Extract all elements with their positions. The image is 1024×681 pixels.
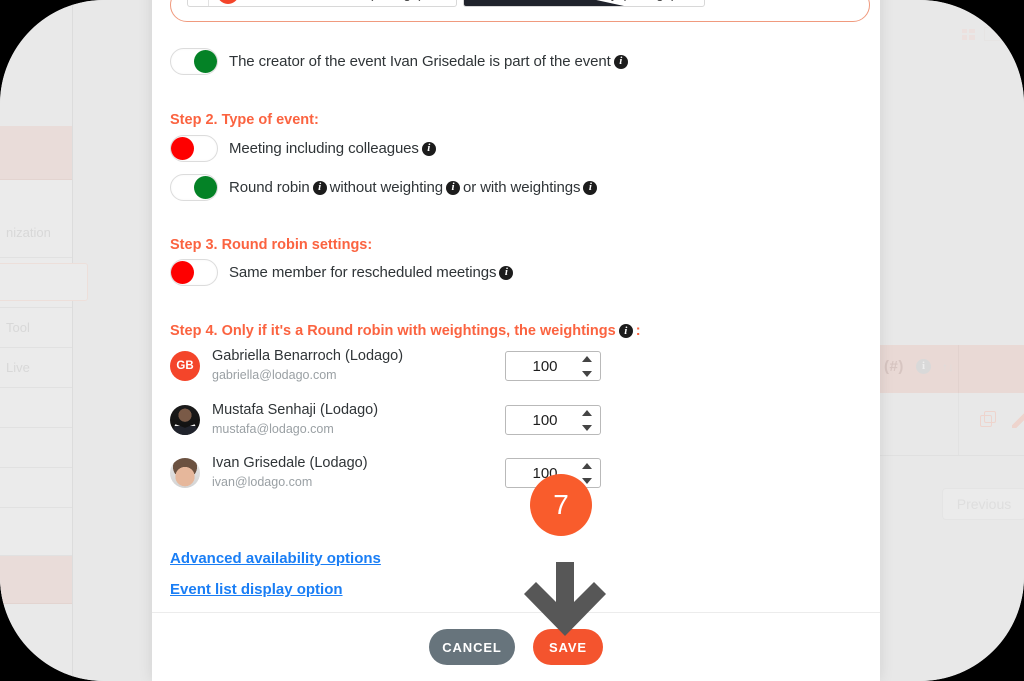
background-search-box: [0, 263, 88, 301]
background-sidebar-item-label: Tool: [6, 320, 30, 335]
member-email: mustafa@lodago.com: [212, 422, 334, 436]
step4-title-text: Step 4. Only if it's a Round robin with …: [170, 323, 616, 339]
step4-title: Step 4. Only if it's a Round robin with …: [170, 323, 641, 339]
grid-view-icon: [962, 28, 975, 40]
background-sidebar-item-7: [0, 428, 72, 468]
background-sidebar-item-label: nization: [6, 225, 51, 240]
step4-title-suffix: :: [635, 323, 641, 339]
avatar: GB: [217, 0, 239, 4]
toggle-knob: [194, 50, 217, 73]
background-table-cell-divider: [958, 393, 959, 455]
avatar: [170, 405, 200, 435]
toggle-knob: [171, 137, 194, 160]
creator-toggle-label: The creator of the event Ivan Grisedale …: [229, 53, 631, 70]
attendee-chip[interactable]: × Mustafa Senhaji (Lodago): [463, 0, 705, 7]
background-sidebar-item-2: nization: [0, 208, 72, 258]
background-sidebar-item-0: [0, 126, 72, 180]
same-member-for-rescheduled-toggle[interactable]: [170, 259, 218, 286]
step3-title: Step 3. Round robin settings:: [170, 237, 373, 253]
background-sidebar-item-8: [0, 468, 72, 508]
toggle-knob: [194, 176, 217, 199]
stepper-down-icon[interactable]: [582, 425, 592, 431]
stepper-up-icon[interactable]: [582, 410, 592, 416]
background-table: (#) i ↑↓: [880, 345, 1024, 456]
avatar: [170, 458, 200, 488]
creator-toggle-row[interactable]: The creator of the event Ivan Grisedale …: [170, 48, 631, 75]
step2-title: Step 2. Type of event:: [170, 112, 319, 128]
screenshot-root: nization Tool Live (#) i ↑↓ Previous The…: [0, 0, 1024, 681]
info-icon[interactable]: i: [499, 265, 514, 280]
stepper-up-icon[interactable]: [582, 356, 592, 362]
member-email: ivan@lodago.com: [212, 475, 313, 489]
weight-stepper[interactable]: 100: [505, 405, 601, 435]
background-table-row: [880, 393, 1024, 456]
weight-stepper[interactable]: 100: [505, 351, 601, 381]
background-table-header-divider: [958, 345, 959, 393]
remove-attendee-icon[interactable]: ×: [188, 0, 209, 6]
member-info: Mustafa Senhaji (Lodago) mustafa@lodago.…: [212, 402, 378, 438]
stepper-up-icon[interactable]: [582, 463, 592, 469]
modal-body: × GB Gabriella Benarroch (Lodago) × Must…: [152, 0, 880, 613]
same-member-label: Same member for rescheduled meetings i: [229, 264, 516, 281]
background-table-header-symbol: (#): [884, 358, 904, 375]
attendee-chip[interactable]: × GB Gabriella Benarroch (Lodago): [187, 0, 457, 7]
edit-pencil-icon: [1012, 410, 1024, 428]
event-settings-modal: × GB Gabriella Benarroch (Lodago) × Must…: [152, 0, 880, 681]
avatar: [493, 0, 515, 4]
duplicate-icon: [980, 411, 996, 427]
info-icon[interactable]: i: [583, 180, 598, 195]
info-icon[interactable]: i: [618, 324, 633, 338]
stepper-down-icon[interactable]: [582, 371, 592, 377]
background-sidebar-item-10: [0, 556, 72, 604]
meeting-including-colleagues-toggle[interactable]: [170, 135, 218, 162]
member-name: Gabriella Benarroch (Lodago): [212, 348, 404, 364]
step-number-badge: 7: [530, 474, 592, 536]
cancel-button[interactable]: CANCEL: [429, 629, 515, 665]
list-view-icon: [984, 27, 1000, 41]
background-sidebar-item-label: Live: [6, 360, 30, 375]
background-sidebar-item-9: [0, 508, 72, 556]
toggle-knob: [171, 261, 194, 284]
info-icon[interactable]: i: [312, 180, 327, 195]
member-name: Ivan Grisedale (Lodago): [212, 455, 368, 471]
stepper-arrows[interactable]: [582, 410, 592, 431]
background-sidebar-item-5: Live: [0, 348, 72, 388]
same-member-row[interactable]: Same member for rescheduled meetings i: [170, 259, 516, 286]
member-name: Mustafa Senhaji (Lodago): [212, 402, 379, 418]
member-info: Ivan Grisedale (Lodago) ivan@lodago.com: [212, 455, 368, 491]
round-robin-label: Round robin i without weighting i or wit…: [229, 179, 600, 196]
attendee-chip-label: Gabriella Benarroch (Lodago): [245, 0, 433, 1]
stepper-arrows[interactable]: [582, 463, 592, 484]
member-info: Gabriella Benarroch (Lodago) gabriella@l…: [212, 348, 403, 384]
background-previous-button: Previous: [942, 488, 1024, 520]
meeting-including-colleagues-label: Meeting including colleagues i: [229, 140, 439, 157]
background-sidebar-item-6: [0, 388, 72, 428]
info-icon[interactable]: i: [421, 141, 436, 156]
info-icon[interactable]: i: [613, 54, 628, 69]
info-icon[interactable]: i: [446, 180, 460, 195]
meeting-including-colleagues-row[interactable]: Meeting including colleagues i: [170, 135, 439, 162]
background-sidebar: nization Tool Live: [0, 0, 88, 681]
background-view-toggle-icons: [962, 27, 1000, 41]
attendees-input[interactable]: × GB Gabriella Benarroch (Lodago) × Must…: [170, 0, 870, 22]
avatar: GB: [170, 351, 200, 381]
modal-footer: CANCEL SAVE: [152, 612, 880, 681]
advanced-availability-options-link[interactable]: Advanced availability options: [170, 550, 381, 567]
background-sidebar-item-4: Tool: [0, 308, 72, 348]
round-robin-toggle[interactable]: [170, 174, 218, 201]
member-email: gabriella@lodago.com: [212, 368, 337, 382]
creator-is-participant-toggle[interactable]: [170, 48, 218, 75]
background-table-header: (#) i ↑↓: [880, 345, 1024, 393]
stepper-arrows[interactable]: [582, 356, 592, 377]
event-list-display-option-link[interactable]: Event list display option: [170, 581, 343, 598]
info-icon: i: [916, 359, 931, 374]
round-robin-row[interactable]: Round robin i without weighting i or wit…: [170, 174, 600, 201]
sort-icon: ↑↓: [942, 360, 954, 374]
pointer-arrow-icon: [524, 562, 606, 638]
